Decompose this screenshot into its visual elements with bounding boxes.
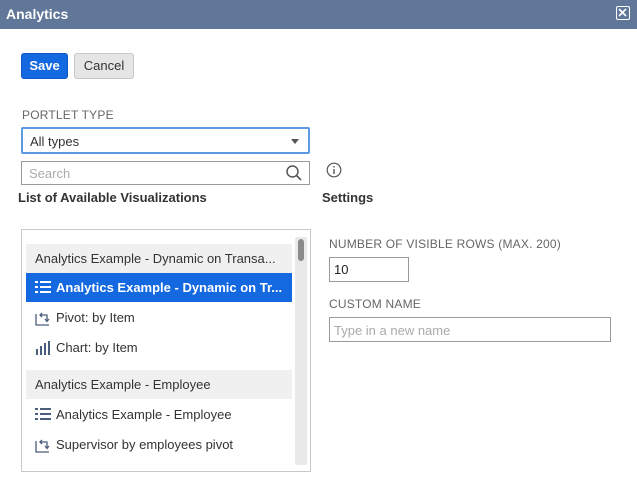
custom-name-input[interactable]: Type in a new name — [329, 317, 611, 342]
list-item[interactable]: Pivot: by Item — [26, 303, 292, 332]
window-title: Analytics — [6, 6, 69, 22]
list-item[interactable]: Supervisor by employees pivot — [26, 430, 292, 459]
visible-rows-input[interactable]: 10 — [329, 257, 409, 282]
settings-heading: Settings — [322, 190, 374, 205]
list-heading: List of Available Visualizations — [18, 190, 207, 205]
list-item[interactable]: Chart: by Item — [26, 333, 292, 362]
custom-name-label: CUSTOM NAME — [329, 297, 421, 311]
visible-rows-label: NUMBER OF VISIBLE ROWS (MAX. 200) — [329, 237, 561, 251]
search-placeholder: Search — [29, 166, 71, 181]
search-icon[interactable] — [285, 164, 303, 185]
title-bar: Analytics — [0, 0, 637, 29]
portlet-type-label: PORTLET TYPE — [22, 108, 114, 122]
list-group-header: Analytics Example - Dynamic on Transa... — [26, 244, 292, 273]
table-icon — [35, 281, 51, 297]
search-input[interactable]: Search — [21, 161, 310, 185]
custom-name-placeholder: Type in a new name — [334, 323, 451, 338]
info-icon[interactable] — [326, 162, 342, 181]
chart-icon — [35, 341, 51, 358]
list-item[interactable]: Analytics Example - Employee — [26, 400, 292, 429]
save-button[interactable]: Save — [21, 53, 68, 79]
scrollbar-thumb[interactable] — [298, 239, 304, 261]
list-item[interactable]: Analytics Example - Dynamic on Tr... — [26, 273, 292, 302]
portlet-type-select[interactable]: All types — [21, 127, 310, 154]
list-group-header: Analytics Example - Employee — [26, 370, 292, 399]
caret-down-icon — [291, 139, 299, 144]
table-icon — [35, 408, 51, 424]
portlet-type-value: All types — [30, 134, 80, 149]
pivot-icon — [35, 438, 51, 456]
close-icon[interactable] — [616, 6, 630, 20]
cancel-button[interactable]: Cancel — [74, 53, 134, 79]
list-scrollbar[interactable] — [295, 237, 307, 465]
visualization-list[interactable]: Analytics Example - Dynamic on Transa...… — [21, 229, 311, 472]
pivot-icon — [35, 311, 51, 329]
